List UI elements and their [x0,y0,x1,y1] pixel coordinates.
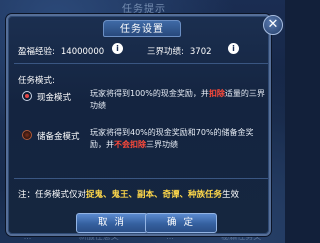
info-icon[interactable]: i [112,43,123,54]
cancel-button[interactable]: 取 消 [76,213,148,233]
reserve-mode-radio[interactable] [22,130,32,140]
cash-mode-label[interactable]: 现金模式 [37,91,71,103]
dialog-title: 任务设置 [103,20,181,37]
merit-value: 3702 [189,47,212,57]
note-highlight: 捉鬼、鬼王、副本、奇谭、种族任务 [86,190,223,200]
close-button[interactable]: ✕ [263,15,283,35]
note-suffix: 生效 [222,190,240,200]
mode-section-title: 任务模式: [18,76,55,86]
divider [14,63,268,64]
blessing-exp-label: 盈福经验: [18,47,55,57]
divider [14,178,268,179]
note-prefix: 注：任务模式仅对 [18,190,87,200]
confirm-button[interactable]: 确 定 [145,213,217,233]
cash-mode-radio[interactable] [22,91,32,101]
reserve-mode-label[interactable]: 储备金模式 [37,130,80,142]
blessing-exp-value: 14000000 [60,47,105,57]
blessing-exp-row: 盈福经验: 14000000 [18,45,104,57]
merit-label: 三界功绩: [147,47,184,57]
reserve-mode-description: 玩家将得到40%的现金奖励和70%的储备金奖励，并不会扣除三界功绩 [90,127,265,151]
reserve-mode-desc-highlight: 不会扣除 [114,140,146,149]
reserve-mode-desc-text-2: 三界功绩 [146,140,178,149]
merit-row: 三界功绩: 3702 [147,45,212,57]
close-icon: ✕ [267,17,279,32]
cash-mode-desc-highlight: 扣除 [208,89,225,98]
info-icon[interactable]: i [228,43,239,54]
cash-mode-description: 玩家将得到100%的现金奖励，并扣除适量的三界功绩 [90,88,265,112]
cash-mode-desc-text: 玩家将得到100%的现金奖励，并 [90,89,209,98]
task-mode-note: 注：任务模式仅对捉鬼、鬼王、副本、奇谭、种族任务生效 [18,188,239,200]
